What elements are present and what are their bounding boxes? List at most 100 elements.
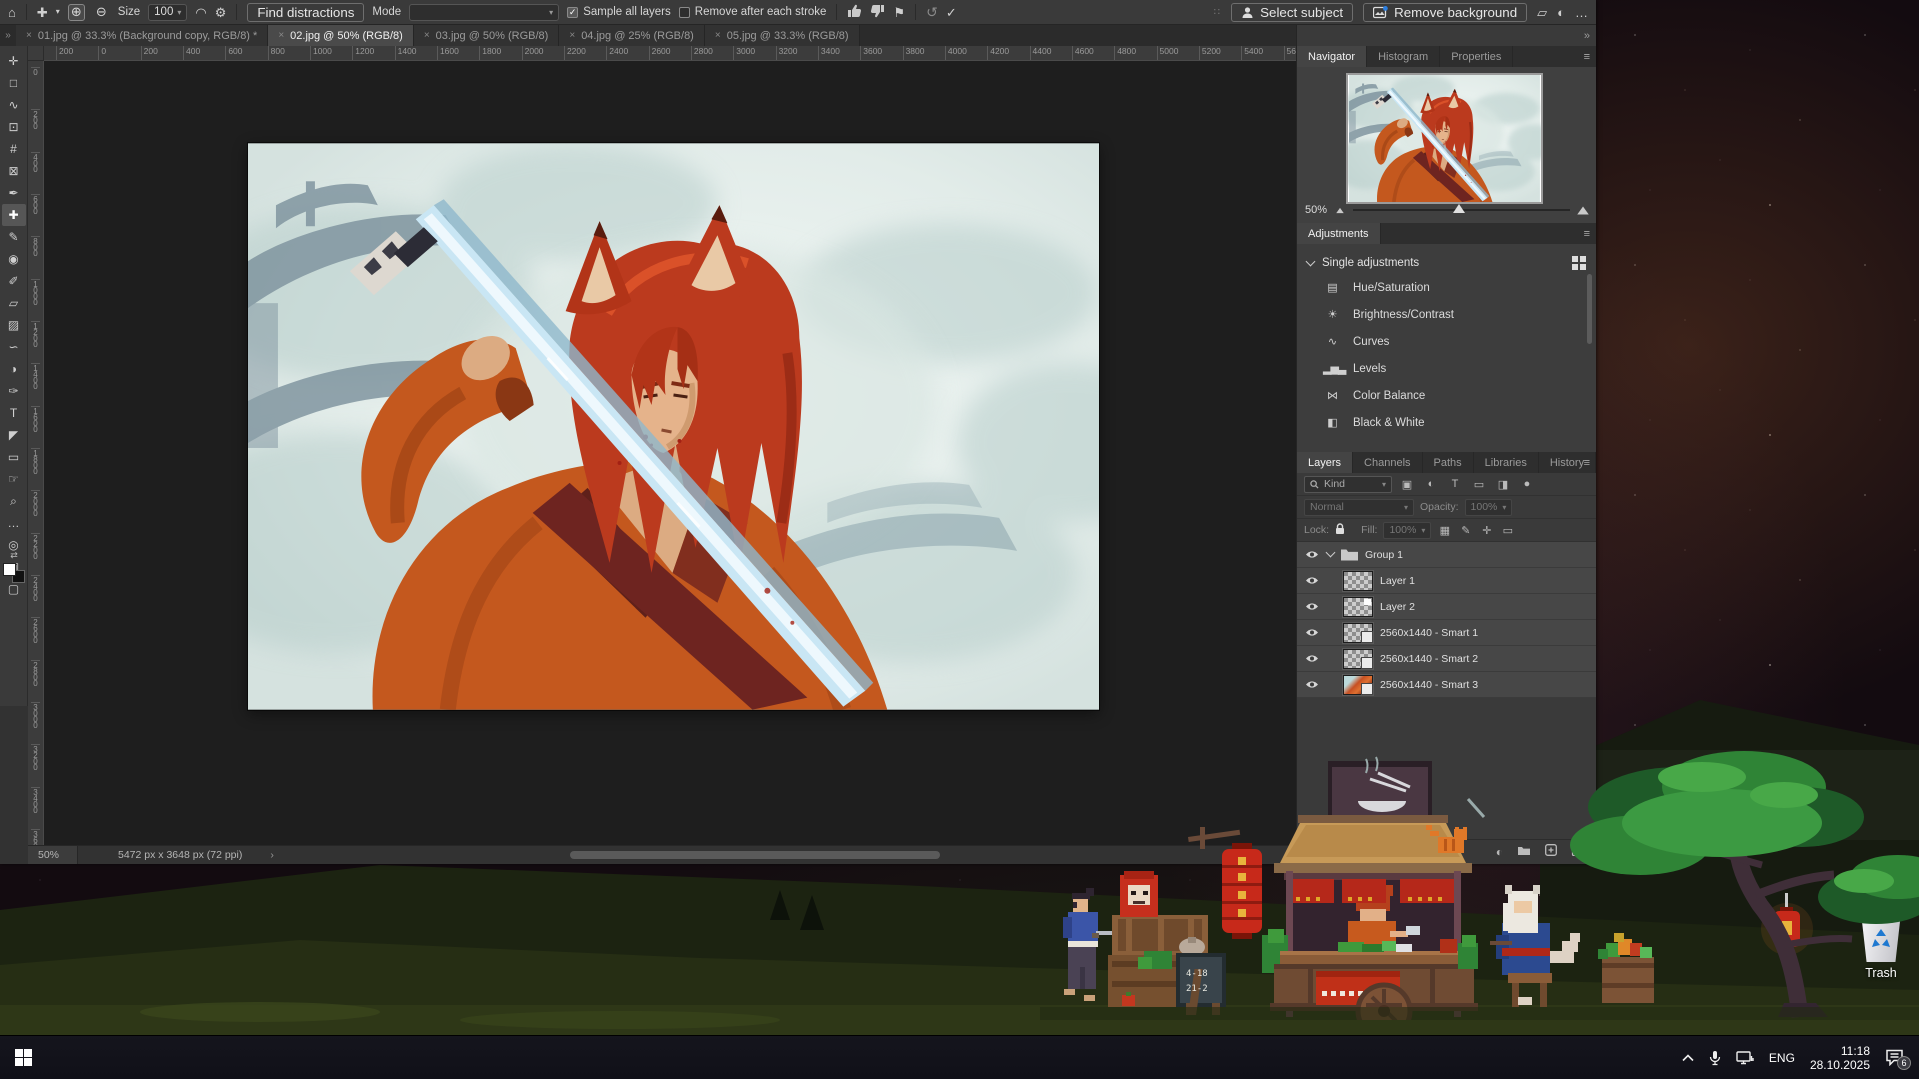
remove-after-each-stroke-checkbox[interactable]: Remove after each stroke	[679, 6, 827, 18]
close-tab-icon[interactable]: ×	[278, 30, 284, 41]
path-selection-tool[interactable]: ◤	[2, 424, 26, 446]
document-canvas[interactable]	[248, 143, 1099, 710]
grid-view-icon[interactable]	[1572, 256, 1586, 270]
visibility-eye-icon[interactable]	[1304, 680, 1320, 689]
object-selection-tool[interactable]: ⊡	[2, 116, 26, 138]
foreground-color-swatch[interactable]	[3, 563, 16, 576]
document-tab[interactable]: × 02.jpg @ 50% (RGB/8)	[268, 25, 414, 46]
filter-type-layers-icon[interactable]: T	[1446, 478, 1464, 490]
layer-name[interactable]: Layer 2	[1380, 601, 1415, 613]
lasso-tool[interactable]: ∿	[2, 94, 26, 116]
collapse-dock-icon[interactable]: »	[1584, 30, 1590, 42]
navigator-preview[interactable]	[1346, 73, 1543, 204]
fill-field[interactable]: 100% ▾	[1383, 522, 1431, 539]
hand-tool[interactable]: ☞	[2, 468, 26, 490]
language-indicator[interactable]: ENG	[1769, 1051, 1795, 1065]
taskbar-clock[interactable]: 11:18 28.10.2025	[1810, 1044, 1870, 1072]
filter-adjustment-layers-icon[interactable]: ◐	[1422, 478, 1440, 490]
close-tab-icon[interactable]: ×	[424, 30, 430, 41]
layer-row[interactable]: Group 1	[1297, 542, 1596, 568]
undo-icon[interactable]: ↺	[926, 5, 938, 19]
rectangular-marquee-tool[interactable]: □	[2, 72, 26, 94]
type-tool[interactable]: T	[2, 402, 26, 424]
navigator-zoom-slider[interactable]	[1353, 209, 1570, 211]
tool-preset-chevron-icon[interactable]: ▾	[56, 8, 60, 16]
size-select[interactable]: 100 ▾	[148, 4, 187, 21]
status-zoom-field[interactable]: 50%	[28, 846, 78, 864]
mode-select[interactable]: ▾	[409, 4, 559, 21]
panel-tab[interactable]: Properties	[1440, 46, 1513, 67]
gradient-tool[interactable]: ▨	[2, 314, 26, 336]
rectangle-tool[interactable]: ▭	[2, 446, 26, 468]
swap-colors-icon[interactable]: ⇄	[10, 550, 18, 561]
flag-icon[interactable]: ⚑	[893, 6, 905, 19]
visibility-eye-icon[interactable]	[1304, 550, 1320, 559]
start-button[interactable]	[15, 1049, 32, 1066]
pen-tool[interactable]: ✑	[2, 380, 26, 402]
filter-shape-layers-icon[interactable]: ▭	[1470, 478, 1488, 491]
document-tab[interactable]: × 03.jpg @ 50% (RGB/8)	[414, 25, 560, 46]
tray-chevron-up-icon[interactable]	[1682, 1054, 1694, 1062]
visibility-eye-icon[interactable]	[1304, 602, 1320, 611]
lock-artboard-icon[interactable]: ▭	[1500, 524, 1515, 537]
eraser-tool[interactable]: ▱	[2, 292, 26, 314]
panel-tab[interactable]: Paths	[1423, 452, 1474, 473]
collapse-panels-icon[interactable]: »	[0, 25, 16, 46]
clone-stamp-tool[interactable]: ◉	[2, 248, 26, 270]
notification-center-icon[interactable]: 6	[1885, 1049, 1907, 1067]
lock-transparency-icon[interactable]: ▦	[1437, 524, 1452, 537]
layer-thumbnail[interactable]	[1343, 571, 1373, 591]
scrollbar-thumb[interactable]	[1587, 274, 1592, 344]
panel-tab[interactable]: Adjustments	[1297, 223, 1381, 244]
close-tab-icon[interactable]: ×	[715, 30, 721, 41]
panel-menu-icon[interactable]: ≡	[1584, 452, 1590, 473]
zoom-tool[interactable]: ⌕	[2, 490, 26, 512]
layer-row[interactable]: Layer 2	[1297, 594, 1596, 620]
layer-row[interactable]: 2560x1440 - Smart 3	[1297, 672, 1596, 698]
panel-tab[interactable]: Layers	[1297, 452, 1353, 473]
layer-name[interactable]: 2560x1440 - Smart 1	[1380, 627, 1478, 639]
layer-thumbnail[interactable]	[1341, 549, 1358, 561]
visibility-eye-icon[interactable]	[1304, 654, 1320, 663]
smudge-tool[interactable]: ∽	[2, 336, 26, 358]
horizontal-scrollbar-thumb[interactable]	[570, 851, 940, 859]
brightness-contrast-icon[interactable]: ☀ Brightness/Contrast	[1297, 301, 1596, 328]
filter-toggle-icon[interactable]: ●	[1518, 478, 1536, 490]
layer-name[interactable]: 2560x1440 - Smart 2	[1380, 653, 1478, 665]
layer-filter-select[interactable]: Kind ▾	[1304, 476, 1392, 493]
document-tab[interactable]: × 04.jpg @ 25% (RGB/8)	[559, 25, 705, 46]
color-balance-icon[interactable]: ⋈ Color Balance	[1297, 382, 1596, 409]
single-adjustments-group[interactable]: Single adjustments	[1297, 252, 1596, 274]
panel-tab[interactable]: Libraries	[1474, 452, 1539, 473]
crop-tool[interactable]: #	[2, 138, 26, 160]
spot-healing-brush-tool[interactable]: ✚	[2, 204, 26, 226]
history-brush-tool[interactable]: ✐	[2, 270, 26, 292]
layer-row[interactable]: 2560x1440 - Smart 1	[1297, 620, 1596, 646]
panel-tab[interactable]: Navigator	[1297, 46, 1367, 67]
find-distractions-button[interactable]: Find distractions	[247, 3, 364, 22]
visibility-eye-icon[interactable]	[1304, 628, 1320, 637]
frame-tool[interactable]: ⊠	[2, 160, 26, 182]
layer-name[interactable]: Group 1	[1365, 549, 1403, 561]
network-display-icon[interactable]	[1736, 1050, 1754, 1065]
lasso-options-icon[interactable]: ▱	[1537, 6, 1547, 19]
layer-row[interactable]: Layer 1	[1297, 568, 1596, 594]
document-tab[interactable]: × 05.jpg @ 33.3% (RGB/8)	[705, 25, 860, 46]
lock-all-icon[interactable]	[1335, 523, 1345, 538]
brush-increase-button[interactable]: ⊕	[68, 4, 85, 21]
sample-all-layers-checkbox[interactable]: ✓ Sample all layers	[567, 6, 671, 18]
remove-background-button[interactable]: Remove background	[1363, 3, 1527, 22]
layer-thumbnail[interactable]	[1343, 597, 1373, 617]
levels-icon[interactable]: ▂▅▃ Levels	[1297, 355, 1596, 382]
panel-tab[interactable]: Channels	[1353, 452, 1422, 473]
lock-position-icon[interactable]: ✛	[1479, 524, 1494, 537]
layer-row[interactable]: 2560x1440 - Smart 2	[1297, 646, 1596, 672]
contrast-icon[interactable]: ◐	[1557, 6, 1565, 19]
drag-grip-icon[interactable]: ∷	[1214, 7, 1221, 18]
lock-pixels-icon[interactable]: ✎	[1458, 524, 1473, 537]
layer-name[interactable]: Layer 1	[1380, 575, 1415, 587]
select-subject-button[interactable]: Select subject	[1231, 3, 1353, 22]
brush-tool[interactable]: ✎	[2, 226, 26, 248]
commit-check-icon[interactable]: ✓	[946, 6, 957, 19]
zoom-in-icon[interactable]	[1577, 206, 1589, 214]
